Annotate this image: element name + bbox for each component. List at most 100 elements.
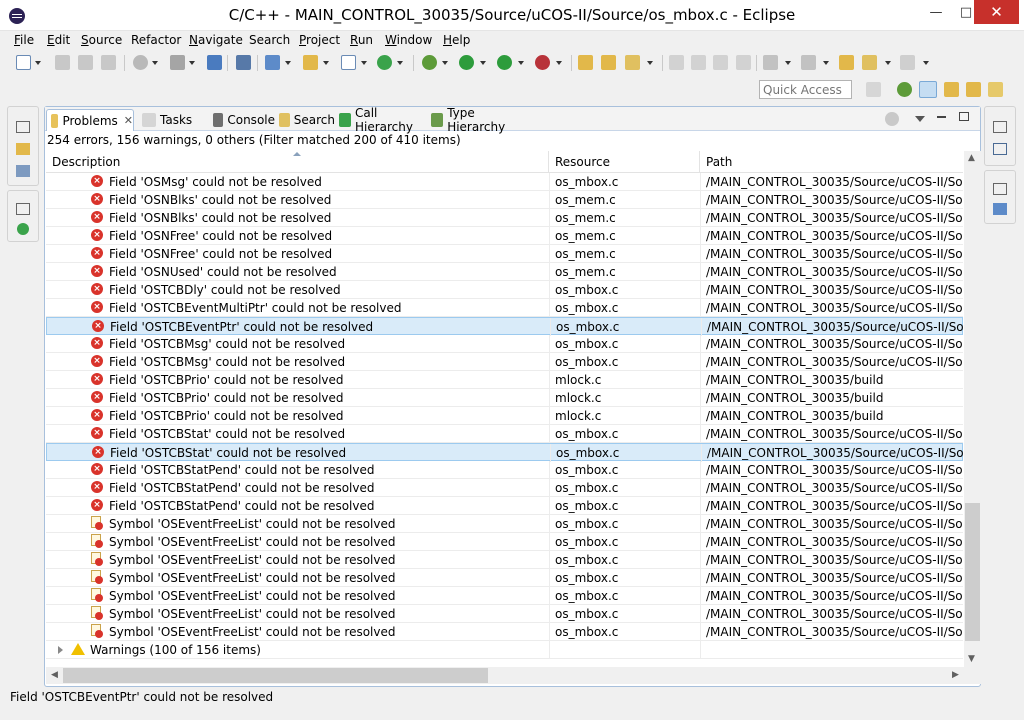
debug-dropdown-icon[interactable] (442, 61, 448, 65)
block-selection-icon[interactable] (713, 55, 728, 70)
outline-view-icon[interactable] (993, 203, 1007, 215)
tab-type-hierarchy[interactable]: Type Hierarchy (427, 106, 525, 134)
restore-icon[interactable] (16, 121, 30, 133)
new-project-icon[interactable] (265, 55, 280, 70)
search-torch-icon[interactable] (625, 55, 640, 70)
table-row[interactable]: × Field 'OSTCBEventPtr' could not be reso… (46, 317, 964, 336)
make-target-icon[interactable] (17, 223, 29, 235)
outline-icon[interactable] (16, 165, 30, 177)
minimize-view-icon[interactable] (937, 116, 946, 118)
maximize-view-icon[interactable] (959, 112, 969, 121)
save-all-icon[interactable] (78, 55, 93, 70)
team-perspective-icon[interactable] (966, 82, 981, 97)
vertical-scrollbar[interactable]: ▲ ▼ (964, 151, 981, 667)
table-row[interactable]: × Field 'OSNBlks' could not be resolved os… (46, 191, 963, 209)
back-icon[interactable] (862, 55, 877, 70)
build-dropdown-icon[interactable] (189, 61, 195, 65)
build-config-dropdown-icon[interactable] (152, 61, 158, 65)
table-row[interactable]: × Field 'OSTCBPrio' could not be resolved… (46, 371, 963, 389)
table-row[interactable]: × Field 'OSTCBStatPend' could not be reso… (46, 497, 963, 515)
menu-search[interactable]: Search (249, 33, 290, 47)
show-whitespace-icon[interactable] (736, 55, 751, 70)
menu-navigate[interactable]: Navigate (189, 33, 243, 47)
table-row[interactable]: × Field 'OSNUsed' could not be resolved os… (46, 263, 963, 281)
focus-icon[interactable] (885, 112, 899, 126)
restore-icon[interactable] (993, 183, 1007, 195)
new-folder-dropdown-icon[interactable] (323, 61, 329, 65)
table-row[interactable]: × Field 'OSTCBStat' could not be resolved… (46, 443, 964, 462)
table-row[interactable]: Symbol 'OSEventFreeList' could not be re… (46, 533, 963, 551)
tab-tasks[interactable]: Tasks (138, 109, 208, 131)
column-resource[interactable]: Resource (549, 151, 700, 173)
close-tab-icon[interactable]: ✕ (124, 114, 133, 127)
refresh-icon[interactable] (377, 55, 392, 70)
toggle-mark-icon[interactable] (691, 55, 706, 70)
new-file-icon[interactable] (16, 55, 31, 70)
menu-refactor[interactable]: Refactor (131, 33, 181, 47)
build-config-icon[interactable] (133, 55, 148, 70)
table-row[interactable]: × Field 'OSTCBDly' could not be resolved o… (46, 281, 963, 299)
last-edit-icon[interactable] (839, 55, 854, 70)
scroll-down-icon[interactable]: ▼ (968, 654, 975, 664)
table-row[interactable]: Symbol 'OSEventFreeList' could not be re… (46, 551, 963, 569)
new-dropdown-icon[interactable] (35, 61, 41, 65)
open-type-icon[interactable] (578, 55, 593, 70)
next-annotation-dropdown-icon[interactable] (785, 61, 791, 65)
table-row[interactable]: × Field 'OSNFree' could not be resolved os… (46, 227, 963, 245)
java-perspective-icon[interactable] (988, 82, 1003, 97)
table-row[interactable]: × Field 'OSTCBPrio' could not be resolved… (46, 407, 963, 425)
new-project-dropdown-icon[interactable] (285, 61, 291, 65)
profile-dropdown-icon[interactable] (556, 61, 562, 65)
open-perspective-icon[interactable] (866, 82, 881, 97)
new-class-dropdown-icon[interactable] (361, 61, 367, 65)
run-external-dropdown-icon[interactable] (518, 61, 524, 65)
prev-annotation-icon[interactable] (801, 55, 816, 70)
table-row[interactable]: × Field 'OSTCBMsg' could not be resolved o… (46, 335, 963, 353)
cpp-perspective-icon[interactable] (919, 81, 937, 98)
binary-icon[interactable] (207, 55, 222, 70)
menu-help[interactable]: Help (443, 33, 470, 47)
new-folder-icon[interactable] (303, 55, 318, 70)
run-icon[interactable] (459, 55, 474, 70)
profile-icon[interactable] (535, 55, 550, 70)
table-row[interactable]: × Field 'OSTCBMsg' could not be resolved o… (46, 353, 963, 371)
table-row[interactable]: × Field 'OSNFree' could not be resolved os… (46, 245, 963, 263)
table-row[interactable]: Symbol 'OSEventFreeList' could not be re… (46, 587, 963, 605)
restore-icon[interactable] (993, 121, 1007, 133)
table-row[interactable]: Symbol 'OSEventFreeList' could not be re… (46, 623, 963, 641)
minimize-button[interactable]: — (921, 0, 951, 24)
debug-bug-icon[interactable] (422, 55, 437, 70)
prev-annotation-dropdown-icon[interactable] (823, 61, 829, 65)
table-row[interactable]: × Field 'OSTCBEventMultiPtr' could not be… (46, 299, 963, 317)
save-icon[interactable] (55, 55, 70, 70)
table-row[interactable]: Symbol 'OSEventFreeList' could not be re… (46, 605, 963, 623)
table-row[interactable]: Symbol 'OSEventFreeList' could not be re… (46, 569, 963, 587)
menu-edit[interactable]: Edit (47, 33, 70, 47)
back-dropdown-icon[interactable] (885, 61, 891, 65)
scroll-right-icon[interactable]: ▶ (952, 670, 959, 680)
menu-run[interactable]: Run (350, 33, 373, 47)
tab-console[interactable]: Console (209, 109, 275, 131)
forward-icon[interactable] (900, 55, 915, 70)
vertical-scroll-thumb[interactable] (965, 503, 980, 641)
search-dropdown-icon[interactable] (647, 61, 653, 65)
editor-area-icon[interactable] (993, 143, 1007, 155)
run-dropdown-icon[interactable] (480, 61, 486, 65)
resource-perspective-icon[interactable] (944, 82, 959, 97)
project-explorer-icon[interactable] (16, 143, 30, 155)
debug-tool-icon[interactable] (236, 55, 251, 70)
build-hammer-icon[interactable] (170, 55, 185, 70)
menu-file[interactable]: File (14, 33, 34, 47)
scroll-up-icon[interactable]: ▲ (968, 153, 975, 163)
horizontal-scrollbar[interactable]: ◀ ▶ (46, 667, 981, 684)
debug-perspective-icon[interactable] (897, 82, 912, 97)
close-button[interactable]: ✕ (974, 0, 1019, 24)
run-external-icon[interactable] (497, 55, 512, 70)
warnings-group-row[interactable]: Warnings (100 of 156 items) (46, 641, 963, 659)
table-row[interactable]: × Field 'OSTCBStat' could not be resolved… (46, 425, 963, 443)
forward-dropdown-icon[interactable] (923, 61, 929, 65)
table-row[interactable]: × Field 'OSNBlks' could not be resolved os… (46, 209, 963, 227)
tab-call-hierarchy[interactable]: Call Hierarchy (335, 106, 427, 134)
restore-icon[interactable] (16, 203, 30, 215)
annotation-icon[interactable] (669, 55, 684, 70)
